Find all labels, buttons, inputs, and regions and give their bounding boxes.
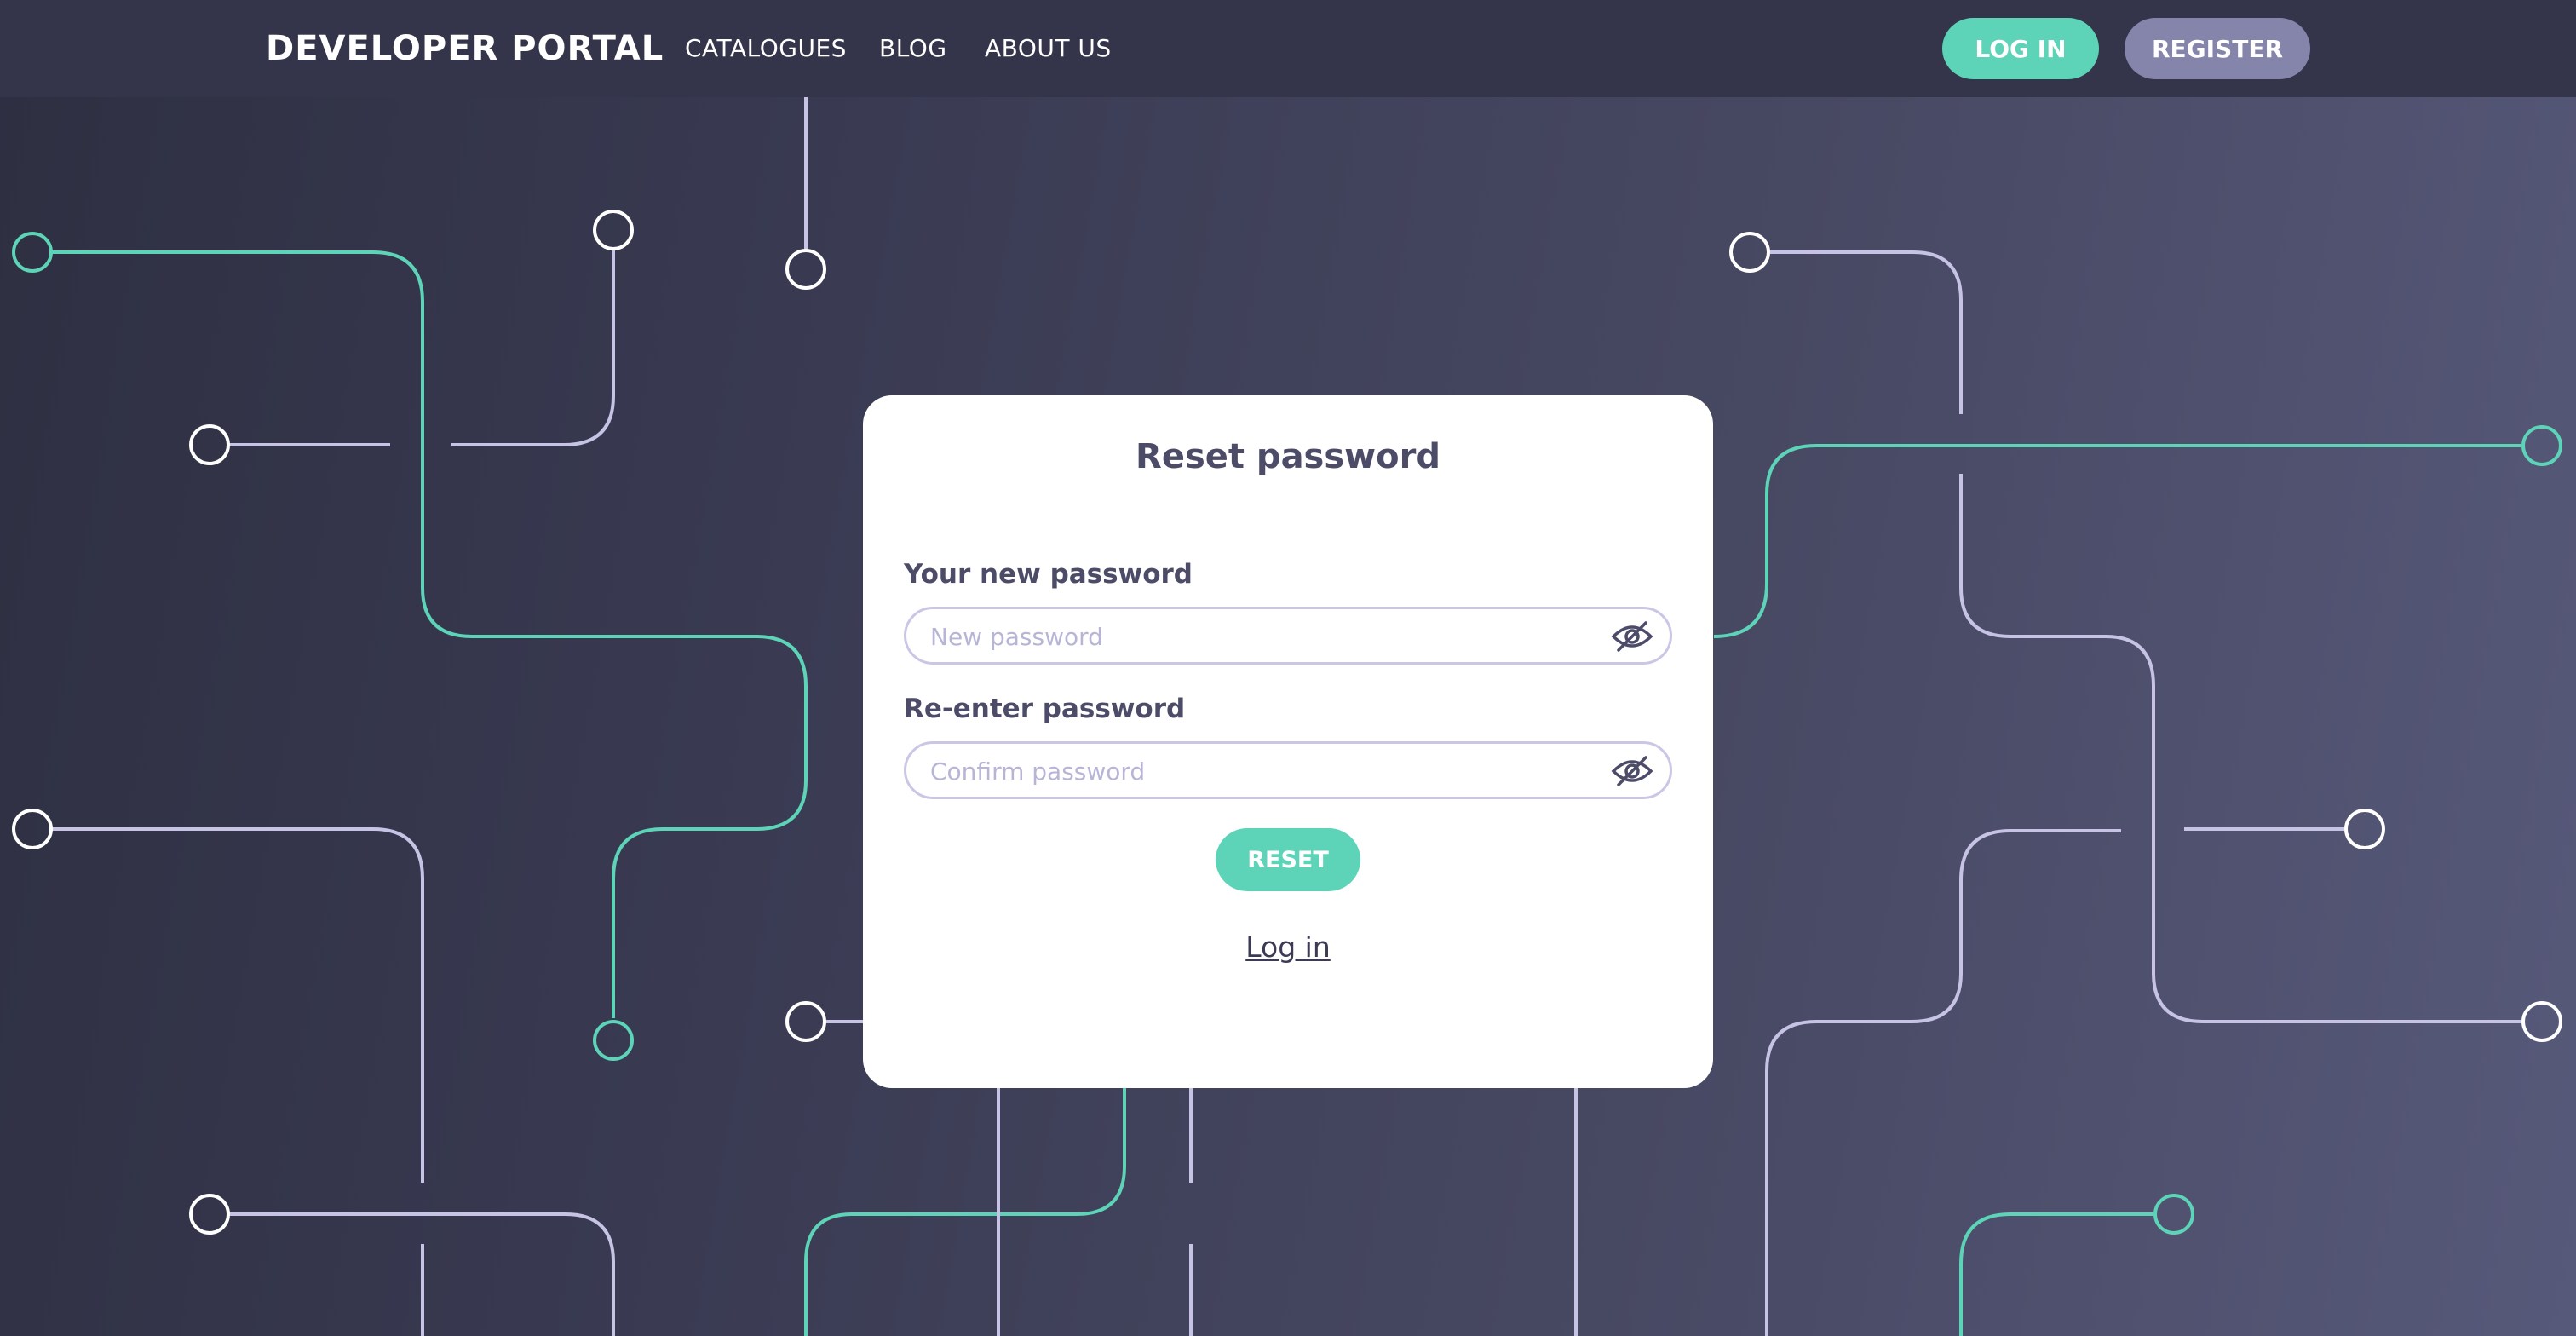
register-button[interactable]: REGISTER	[2125, 18, 2310, 79]
eye-slash-icon[interactable]	[1610, 754, 1654, 788]
card-title: Reset password	[1136, 437, 1440, 476]
brand-logo[interactable]: DEVELOPER PORTAL	[266, 27, 664, 70]
nav-link-about-us[interactable]: ABOUT US	[985, 32, 1112, 65]
eye-slash-icon[interactable]	[1610, 619, 1654, 654]
new-password-input[interactable]	[929, 609, 1596, 664]
reset-button[interactable]: RESET	[1216, 828, 1360, 891]
login-link[interactable]: Log in	[863, 929, 1713, 966]
reset-password-card: Reset password Your new password Re-ente…	[863, 395, 1713, 1088]
confirm-password-label: Re-enter password	[904, 694, 1186, 724]
nav-link-catalogues[interactable]: CATALOGUES	[685, 32, 847, 65]
confirm-password-field	[904, 741, 1672, 799]
new-password-label: Your new password	[904, 559, 1193, 590]
nav-link-blog[interactable]: BLOG	[879, 32, 947, 65]
new-password-field	[904, 607, 1672, 665]
top-navbar: DEVELOPER PORTAL CATALOGUES BLOG ABOUT U…	[0, 0, 2576, 97]
login-button[interactable]: LOG IN	[1942, 18, 2099, 79]
confirm-password-input[interactable]	[929, 744, 1596, 798]
